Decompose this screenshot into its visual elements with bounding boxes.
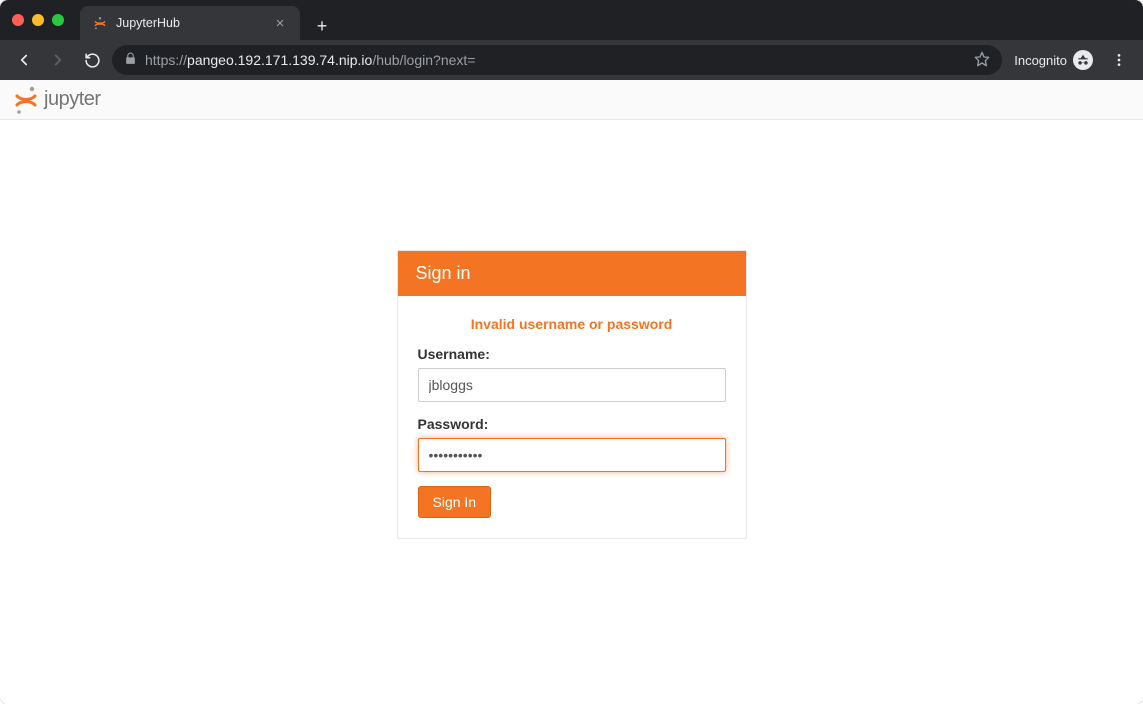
address-bar[interactable]: https://pangeo.192.171.139.74.nip.io/hub…: [112, 45, 1002, 75]
window-controls: [12, 14, 64, 26]
browser-tab[interactable]: JupyterHub ×: [80, 6, 300, 40]
jupyter-logo[interactable]: jupyter: [14, 86, 101, 114]
window-minimize-button[interactable]: [32, 14, 44, 26]
lock-icon: [124, 52, 137, 68]
jupyter-logo-text: jupyter: [44, 88, 101, 111]
tab-title: JupyterHub: [116, 16, 264, 30]
login-panel-title: Sign in: [398, 251, 746, 296]
jupyter-favicon-icon: [92, 15, 108, 31]
tab-strip: JupyterHub × +: [80, 0, 1131, 40]
window-close-button[interactable]: [12, 14, 24, 26]
signin-button[interactable]: Sign In: [418, 486, 492, 518]
browser-toolbar: https://pangeo.192.171.139.74.nip.io/hub…: [0, 40, 1143, 80]
login-error-message: Invalid username or password: [418, 316, 726, 332]
login-panel: Sign in Invalid username or password Use…: [397, 250, 747, 539]
nav-back-button[interactable]: [10, 46, 38, 74]
jupyter-logo-icon: [14, 86, 38, 114]
url-text: https://pangeo.192.171.139.74.nip.io/hub…: [145, 52, 475, 68]
browser-menu-button[interactable]: [1105, 46, 1133, 74]
nav-reload-button[interactable]: [78, 46, 106, 74]
browser-chrome: JupyterHub × + https://pangeo.19: [0, 0, 1143, 80]
password-input[interactable]: [418, 438, 726, 472]
page-body: Sign in Invalid username or password Use…: [0, 120, 1143, 704]
tab-close-icon[interactable]: ×: [272, 15, 288, 31]
login-form: Invalid username or password Username: P…: [398, 296, 746, 538]
new-tab-button[interactable]: +: [308, 12, 336, 40]
nav-forward-button[interactable]: [44, 46, 72, 74]
incognito-icon: [1073, 50, 1093, 70]
window-titlebar: JupyterHub × +: [0, 0, 1143, 40]
page-content: jupyter Sign in Invalid username or pass…: [0, 80, 1143, 704]
password-label: Password:: [418, 416, 726, 432]
jupyter-header: jupyter: [0, 80, 1143, 120]
incognito-label: Incognito: [1014, 53, 1067, 68]
username-input[interactable]: [418, 368, 726, 402]
bookmark-star-icon[interactable]: [974, 51, 990, 70]
incognito-indicator: Incognito: [1008, 50, 1099, 70]
username-label: Username:: [418, 346, 726, 362]
window-maximize-button[interactable]: [52, 14, 64, 26]
